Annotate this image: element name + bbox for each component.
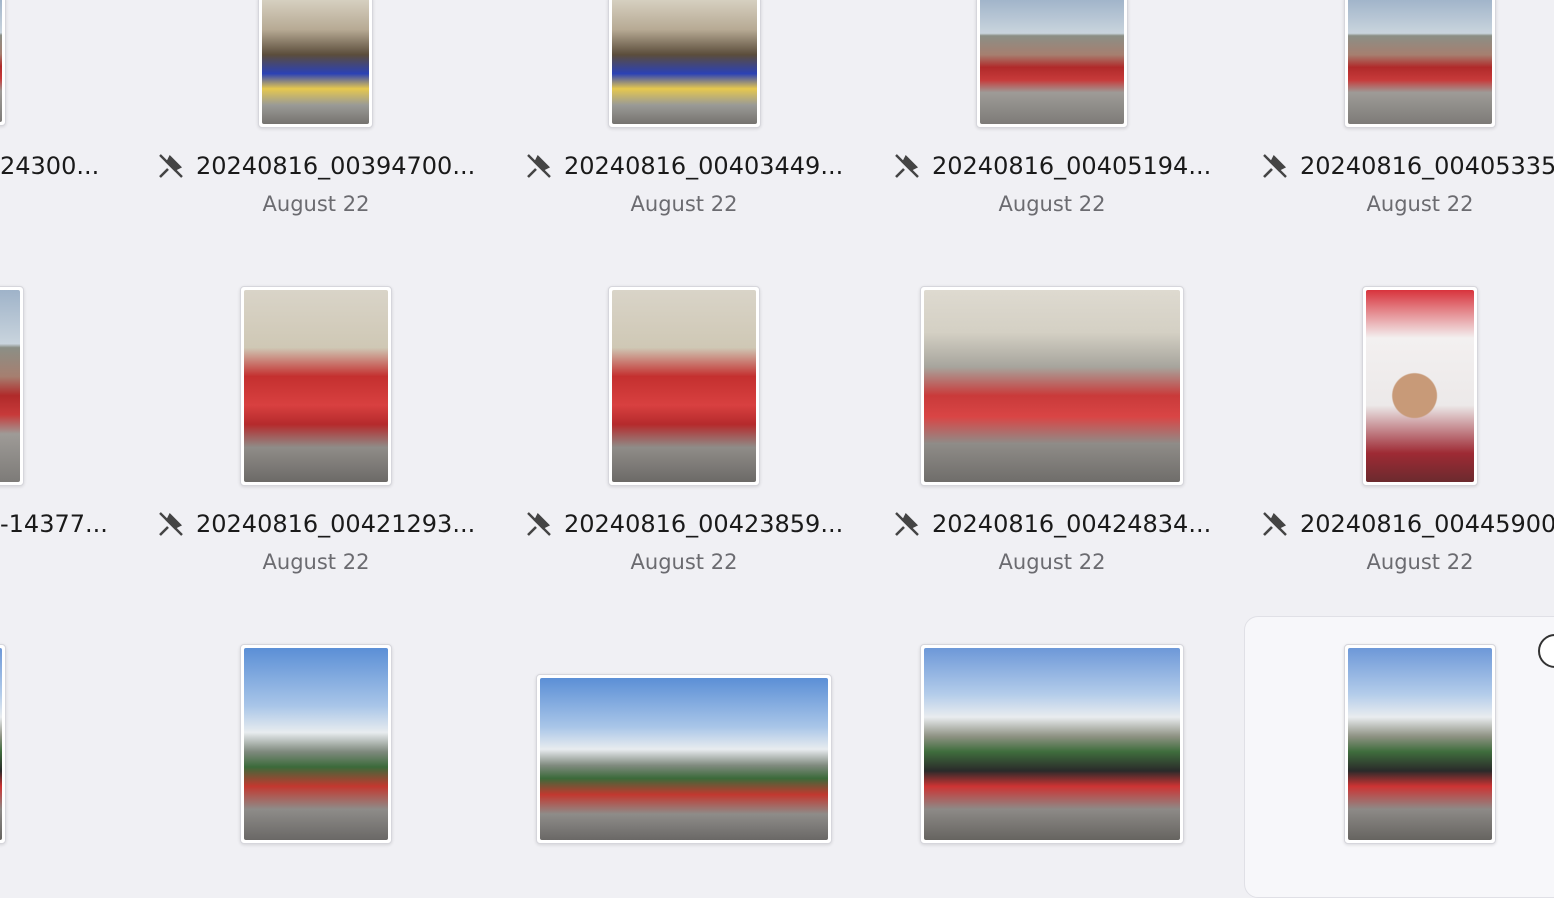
file-name-text: 20240816_00405335. xyxy=(1300,152,1554,180)
pin-off-icon xyxy=(895,512,919,536)
pin-off-icon xyxy=(1263,154,1287,178)
file-date: August 22 xyxy=(262,192,370,216)
file-name-text: 20240816_00394700... xyxy=(196,152,476,180)
file-name-text: 20240816_00403449... xyxy=(564,152,844,180)
photo-thumbnail[interactable] xyxy=(536,674,832,844)
pin-off-icon xyxy=(527,154,551,178)
file-date: August 22 xyxy=(630,192,738,216)
file-date: August 22 xyxy=(630,550,738,574)
photo-thumbnail[interactable] xyxy=(608,286,760,486)
file-date: August 22 xyxy=(998,550,1106,574)
photo-thumbnail[interactable] xyxy=(920,286,1184,486)
file-name[interactable]: 20240816_00394700... xyxy=(156,150,475,182)
file-name[interactable]: 20240816_00405335. xyxy=(1260,150,1554,182)
file-name[interactable]: 20240816_00424834... xyxy=(892,508,1211,540)
file-date: August 22 xyxy=(1366,192,1474,216)
photo-thumbnail[interactable] xyxy=(240,286,392,486)
photo-thumbnail[interactable] xyxy=(258,0,373,128)
photo-thumbnail[interactable] xyxy=(1344,0,1496,128)
photo-thumbnail[interactable] xyxy=(0,286,24,486)
photo-thumbnail[interactable] xyxy=(240,644,392,844)
file-date: August 22 xyxy=(1366,550,1474,574)
photo-thumbnail[interactable] xyxy=(976,0,1128,128)
photo-thumbnail[interactable] xyxy=(0,0,6,126)
file-name-text: 24300... xyxy=(0,152,100,180)
file-name-text: 20240816_00405194... xyxy=(932,152,1212,180)
file-name[interactable]: 24300... xyxy=(0,150,99,182)
file-name[interactable]: 20240816_00403449... xyxy=(524,150,843,182)
file-date: August 22 xyxy=(998,192,1106,216)
photo-thumbnail[interactable] xyxy=(1362,286,1478,486)
pin-off-icon xyxy=(895,154,919,178)
file-name[interactable]: 20240816_00405194... xyxy=(892,150,1211,182)
file-name-text: -14377... xyxy=(0,510,108,538)
pin-off-icon xyxy=(527,512,551,536)
file-name[interactable]: -14377... xyxy=(0,508,108,540)
pin-off-icon xyxy=(1263,512,1287,536)
pin-off-icon xyxy=(159,512,183,536)
file-name[interactable]: 20240816_00421293... xyxy=(156,508,475,540)
file-name[interactable]: 20240816_00423859... xyxy=(524,508,843,540)
file-name-text: 20240816_00421293... xyxy=(196,510,476,538)
photo-thumbnail[interactable] xyxy=(608,0,761,128)
file-date: August 22 xyxy=(262,550,370,574)
photo-thumbnail[interactable] xyxy=(0,644,6,844)
file-name-text: 20240816_00423859... xyxy=(564,510,844,538)
file-name-text: 20240816_00424834... xyxy=(932,510,1212,538)
pin-off-icon xyxy=(159,154,183,178)
photo-thumbnail[interactable] xyxy=(920,644,1184,844)
file-name-text: 20240816_00445900. xyxy=(1300,510,1554,538)
photo-thumbnail[interactable] xyxy=(1344,644,1496,844)
file-name[interactable]: 20240816_00445900. xyxy=(1260,508,1554,540)
